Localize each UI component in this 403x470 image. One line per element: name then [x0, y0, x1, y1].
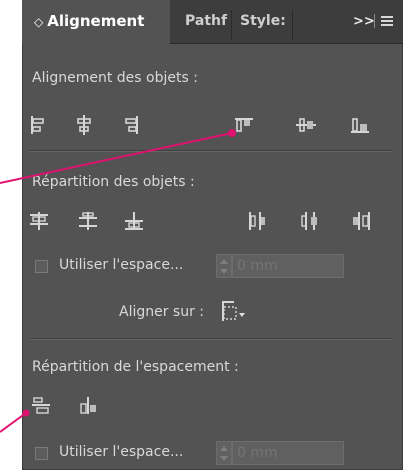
tab-divider	[292, 10, 293, 40]
section-divider	[30, 150, 393, 152]
tab-overflow-button[interactable]: >>	[353, 14, 375, 29]
align-horizontal-center-icon[interactable]	[72, 113, 96, 137]
section-title-distribute-objects: Répartition des objets :	[32, 174, 195, 190]
align-vertical-center-icon[interactable]	[294, 113, 318, 137]
stepper-down-icon[interactable]	[220, 269, 228, 274]
align-left-icon[interactable]	[25, 113, 49, 137]
spacing-value-input[interactable]	[232, 254, 344, 278]
stepper-down-icon[interactable]	[220, 456, 228, 461]
align-to-selection-icon	[222, 301, 245, 321]
tab-pathfinder[interactable]: Pathf	[185, 14, 229, 43]
section-title-align-objects: Alignement des objets :	[32, 70, 198, 86]
distribute-right-icon[interactable]	[350, 209, 374, 233]
align-bottom-icon[interactable]	[348, 113, 372, 137]
distribute-top-icon[interactable]	[27, 209, 51, 233]
tab-alignement[interactable]: ◇ Alignement	[22, 0, 170, 44]
collapse-chevron-icon[interactable]: ◇	[34, 15, 43, 29]
use-spacing-checkbox[interactable]	[35, 260, 48, 273]
spacing-value-input[interactable]	[232, 441, 344, 465]
section-title-distribute-spacing: Répartition de l'espacement :	[32, 359, 239, 375]
tab-divider	[374, 14, 375, 28]
align-panel: ◇ Alignement Pathf Style: >> Alignement d…	[22, 0, 403, 470]
tab-label: Alignement	[47, 12, 145, 30]
distribute-horizontal-center-icon[interactable]	[297, 209, 321, 233]
section-divider	[30, 338, 393, 340]
tab-divider	[231, 10, 232, 40]
align-top-icon[interactable]	[232, 113, 256, 137]
distribute-bottom-icon[interactable]	[122, 209, 146, 233]
tab-styles[interactable]: Style:	[240, 14, 288, 43]
panel-tab-bar: ◇ Alignement Pathf Style: >>	[22, 0, 403, 44]
use-spacing-label: Utiliser l'espace...	[59, 257, 184, 273]
tab-label: Style:	[240, 14, 286, 29]
spacing-stepper[interactable]	[216, 441, 232, 465]
align-to-dropdown[interactable]	[218, 298, 256, 322]
use-spacing-checkbox[interactable]	[35, 447, 48, 460]
tab-label: Pathf	[185, 14, 228, 29]
distribute-vertical-center-icon[interactable]	[76, 209, 100, 233]
panel-menu-icon[interactable]	[381, 16, 393, 26]
stepper-up-icon[interactable]	[220, 446, 228, 451]
distribute-vertical-spacing-icon[interactable]	[29, 394, 53, 418]
spacing-stepper[interactable]	[216, 254, 232, 278]
align-to-label: Aligner sur :	[119, 304, 205, 320]
use-spacing-label: Utiliser l'espace...	[59, 444, 184, 460]
distribute-left-icon[interactable]	[244, 209, 268, 233]
distribute-horizontal-spacing-icon[interactable]	[76, 394, 100, 418]
align-right-icon[interactable]	[120, 113, 144, 137]
stepper-up-icon[interactable]	[220, 259, 228, 264]
